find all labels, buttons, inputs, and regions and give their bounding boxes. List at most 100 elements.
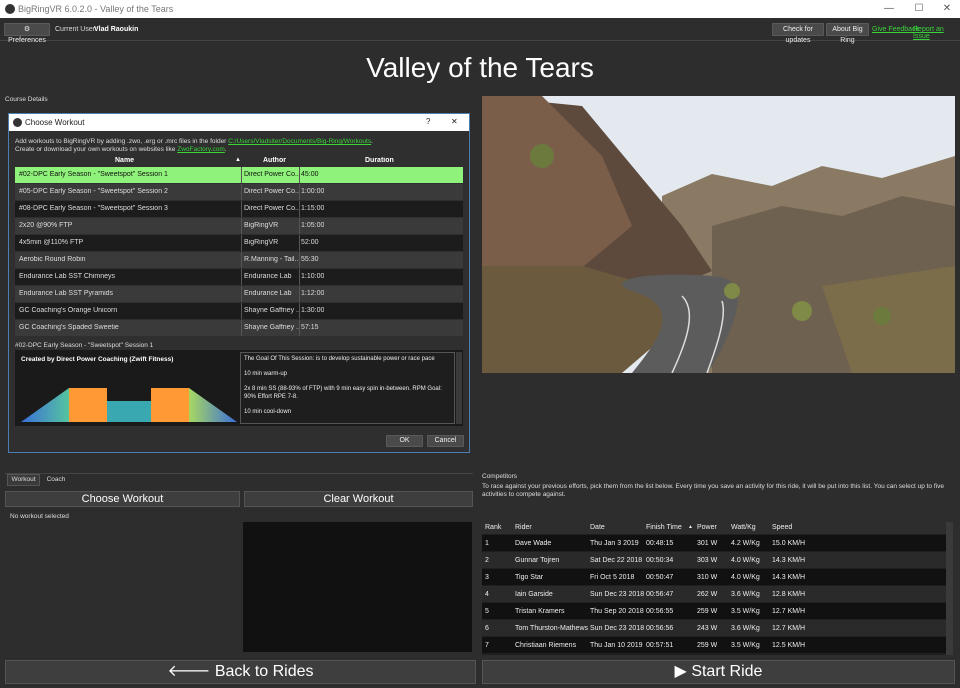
competitor-wkg: 3.6 W/Kg	[731, 625, 760, 632]
competitor-wkg: 4.2 W/Kg	[731, 540, 760, 547]
column-divider	[241, 320, 242, 336]
column-divider	[299, 184, 300, 200]
workout-name: #02-DPC Early Season - "Sweetspot" Sessi…	[19, 171, 168, 178]
workout-row[interactable]: GC Coaching's Spaded Sweetie Shayne Gaff…	[15, 320, 463, 336]
check-updates-button[interactable]: Check for updates	[772, 23, 824, 44]
ok-button[interactable]: OK	[386, 435, 423, 447]
competitors-scrollbar[interactable]	[946, 522, 953, 655]
workout-author: Endurance Lab	[244, 273, 292, 280]
competitor-date: Fri Oct 5 2018	[590, 574, 635, 581]
clear-workout-button[interactable]: Clear Workout	[244, 491, 473, 507]
col-rank[interactable]: Rank	[485, 524, 501, 531]
workout-row[interactable]: 2x20 @90% FTP BigRingVR 1:05:00	[15, 218, 463, 234]
column-divider	[299, 286, 300, 302]
column-divider	[241, 286, 242, 302]
zwofactory-link[interactable]: ZwoFactory.com	[177, 146, 225, 153]
col-author[interactable]: Author	[263, 157, 286, 164]
choose-workout-button[interactable]: Choose Workout	[5, 491, 240, 507]
tab-coach[interactable]: Coach	[42, 474, 70, 486]
workout-row[interactable]: Endurance Lab SST Chimneys Endurance Lab…	[15, 269, 463, 285]
competitor-power: 303 W	[697, 557, 718, 564]
competitor-row[interactable]: 2 Gunnar Tojren Sat Dec 22 2018 00:50:34 303…	[482, 552, 946, 568]
description-cooldown: 10 min cool-down	[244, 408, 292, 415]
workout-author: BigRingVR	[244, 239, 279, 246]
col-speed[interactable]: Speed	[772, 524, 792, 531]
workout-duration: 57:15	[301, 324, 319, 331]
competitor-time: 00:48:15	[646, 540, 674, 547]
competitor-date: Thu Jan 10 2019	[590, 642, 643, 649]
competitor-speed: 15.0 KM/H	[772, 540, 806, 547]
start-ride-button[interactable]: ▶ Start Ride	[482, 660, 955, 684]
competitor-speed: 12.7 KM/H	[772, 608, 806, 615]
workout-name: 2x20 @90% FTP	[19, 222, 73, 229]
workout-row[interactable]: Aerobic Round Robin R.Manning - Tail... …	[15, 252, 463, 268]
workout-duration: 1:30:00	[301, 307, 325, 314]
description-scrollbar[interactable]	[456, 352, 462, 424]
competitor-speed: 14.3 KM/H	[772, 557, 806, 564]
col-power[interactable]: Power	[697, 524, 717, 531]
column-divider	[299, 235, 300, 251]
competitor-date: Thu Sep 20 2018	[590, 608, 644, 615]
back-to-rides-button[interactable]: 🡐 Back to Rides	[5, 660, 476, 684]
competitor-date: Sun Dec 23 2018	[590, 591, 645, 598]
column-divider	[299, 201, 300, 217]
workout-row[interactable]: #08-DPC Early Season - "Sweetspot" Sessi…	[15, 201, 463, 217]
workout-row[interactable]: Endurance Lab SST Pyramids Endurance Lab…	[15, 286, 463, 302]
gear-icon: ⚙	[23, 26, 31, 33]
competitor-row[interactable]: 4 Iain Garside Sun Dec 23 2018 00:56:47 262 …	[482, 586, 946, 602]
window-title: BigRingVR 6.0.2.0 - Valley of the Tears	[18, 4, 174, 14]
competitor-row[interactable]: 6 Tom Thurston-Mathews Sun Dec 23 2018 00:5…	[482, 620, 946, 636]
col-finish-time[interactable]: Finish Time	[646, 524, 682, 531]
workout-author: Shayne Gaffney ...	[244, 324, 299, 331]
competitor-row[interactable]: 7 Christiaan Riemens Thu Jan 10 2019 00:57:…	[482, 637, 946, 653]
competitor-speed: 12.5 KM/H	[772, 642, 806, 649]
workout-duration: 1:00:00	[301, 188, 325, 195]
minimize-icon[interactable]: —	[882, 2, 896, 16]
workout-name: GC Coaching's Spaded Sweetie	[19, 324, 119, 331]
workout-row[interactable]: #02-DPC Early Season - "Sweetspot" Sessi…	[15, 167, 463, 183]
competitors-title: Competitors	[482, 473, 518, 480]
dialog-close-icon[interactable]: ✕	[451, 117, 458, 126]
current-user-name: Vlad Raoukin	[94, 26, 139, 33]
sort-ascending-icon: ▲	[235, 157, 241, 163]
workout-detail-panel: Created by Direct Power Coaching (Zwift …	[15, 350, 463, 426]
workout-description: The Goal Of This Session: is to develop …	[240, 352, 455, 424]
workout-duration: 1:10:00	[301, 273, 325, 280]
col-watt-kg[interactable]: Watt/Kg	[731, 524, 756, 531]
workout-duration: 1:05:00	[301, 222, 325, 229]
col-duration[interactable]: Duration	[365, 157, 394, 164]
column-divider	[299, 320, 300, 336]
workout-duration: 55:30	[301, 256, 319, 263]
col-rider[interactable]: Rider	[515, 524, 532, 531]
workout-row[interactable]: 4x5min @110% FTP BigRingVR 52:00	[15, 235, 463, 251]
workout-table-header: Name ▲ Author Duration	[15, 156, 463, 166]
close-window-icon[interactable]: ✕	[940, 2, 954, 16]
competitor-power: 259 W	[697, 608, 718, 615]
preferences-button[interactable]: ⚙ Preferences	[4, 23, 50, 44]
competitor-power: 301 W	[697, 540, 718, 547]
about-button[interactable]: About Big Ring	[826, 23, 869, 44]
competitor-rank: 6	[485, 625, 489, 632]
workouts-folder-link[interactable]: C:/Users/Vladsiter/Documents/Big-Ring/Wo…	[228, 138, 371, 145]
tab-workout[interactable]: Workout	[7, 474, 40, 486]
cancel-button[interactable]: Cancel	[427, 435, 464, 447]
workout-row[interactable]: #05-DPC Early Season - "Sweetspot" Sessi…	[15, 184, 463, 200]
col-name[interactable]: Name	[115, 157, 134, 164]
description-warmup: 10 min warm-up	[244, 371, 288, 377]
workout-name: Endurance Lab SST Pyramids	[19, 290, 114, 297]
competitor-power: 259 W	[697, 642, 718, 649]
dialog-title: Choose Workout	[25, 118, 85, 127]
col-date[interactable]: Date	[590, 524, 605, 531]
workout-row[interactable]: GC Coaching's Orange Unicorn Shayne Gaff…	[15, 303, 463, 319]
workout-duration: 1:15:00	[301, 205, 325, 212]
maximize-icon[interactable]: ☐	[912, 2, 926, 16]
window-titlebar: BigRingVR 6.0.2.0 - Valley of the Tears …	[0, 0, 960, 18]
competitor-row[interactable]: 5 Tristan Kramers Thu Sep 20 2018 00:56:55 2…	[482, 603, 946, 619]
competitor-wkg: 3.6 W/Kg	[731, 591, 760, 598]
competitor-row[interactable]: 3 Tigo Star Fri Oct 5 2018 00:50:47 310 W 4.0…	[482, 569, 946, 585]
competitor-time: 00:56:47	[646, 591, 674, 598]
competitor-row[interactable]: 1 Dave Wade Thu Jan 3 2019 00:48:15 301 W 4.2…	[482, 535, 946, 551]
help-icon[interactable]: ?	[426, 117, 430, 126]
description-goal: The Goal Of This Session: is to develop …	[244, 356, 435, 362]
report-issue-link[interactable]: Report an Issue	[913, 26, 960, 40]
